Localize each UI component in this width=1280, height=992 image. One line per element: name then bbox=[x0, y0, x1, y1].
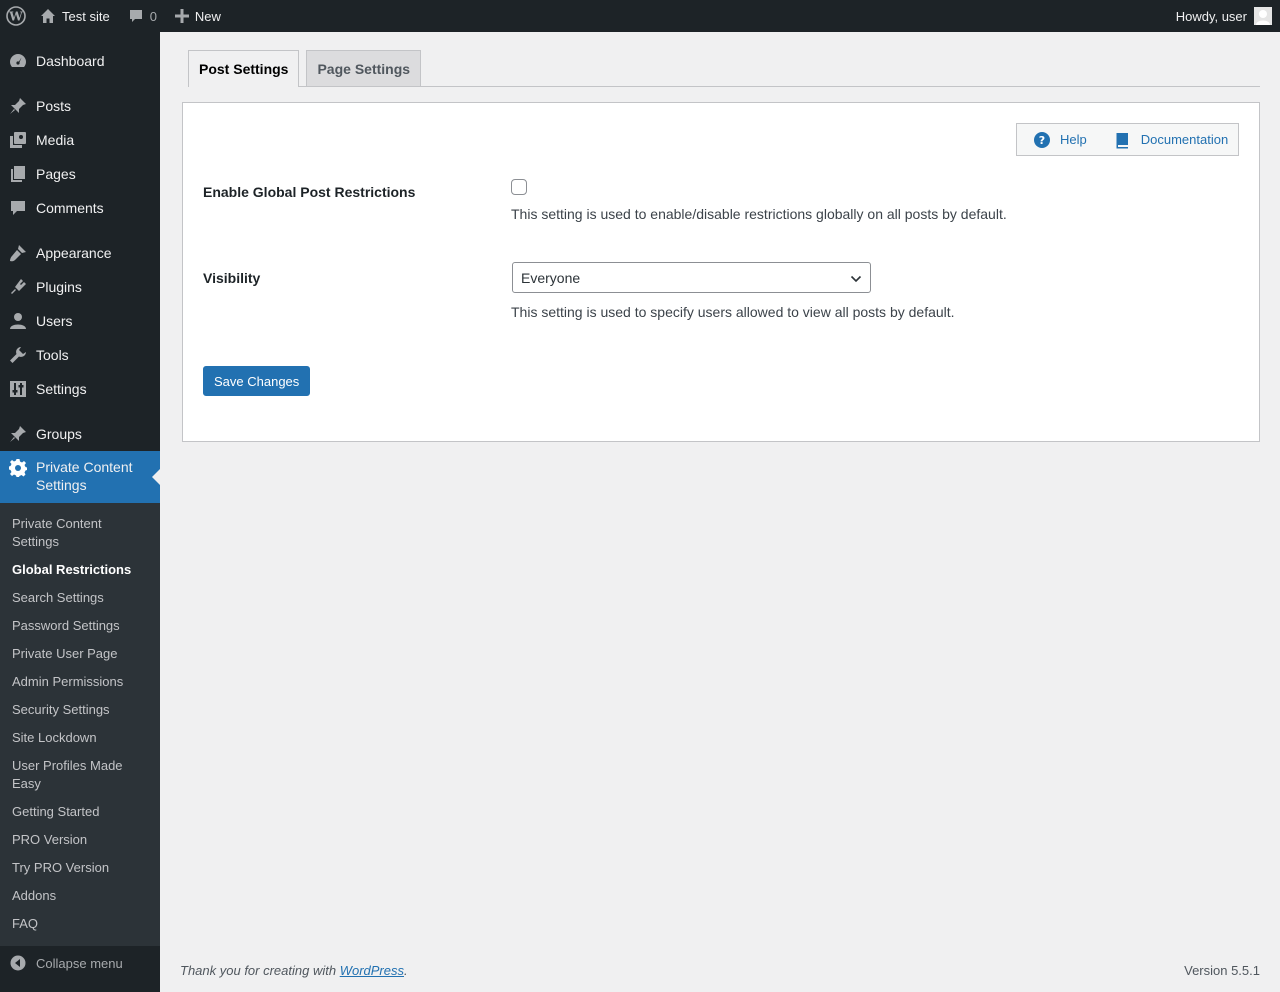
main-content: Post Settings Page Settings ? Help Docum… bbox=[160, 32, 1280, 992]
submenu-item-getting-started[interactable]: Getting Started bbox=[0, 798, 160, 826]
tab-post-settings[interactable]: Post Settings bbox=[188, 50, 300, 87]
svg-text:?: ? bbox=[1039, 134, 1045, 147]
comment-icon bbox=[0, 199, 36, 217]
settings-tabs: Post Settings Page Settings bbox=[188, 50, 1260, 87]
sidebar-item-settings[interactable]: Settings bbox=[0, 372, 160, 406]
sidebar-item-plugins[interactable]: Plugins bbox=[0, 270, 160, 304]
visibility-select[interactable]: Everyone bbox=[512, 262, 871, 293]
home-icon bbox=[40, 8, 56, 24]
pushpin-icon bbox=[0, 425, 36, 443]
site-name-link[interactable]: Test site bbox=[33, 0, 117, 32]
help-icon: ? bbox=[1034, 131, 1050, 148]
menu-separator bbox=[0, 406, 160, 417]
sidebar-item-groups[interactable]: Groups bbox=[0, 417, 160, 451]
paintbrush-icon bbox=[0, 244, 36, 262]
visibility-selected-value: Everyone bbox=[521, 269, 581, 286]
sidebar-item-dashboard[interactable]: Dashboard bbox=[0, 44, 160, 78]
submenu-item-try-pro-version[interactable]: Try PRO Version bbox=[0, 854, 160, 882]
submenu: Private Content Settings Global Restrict… bbox=[0, 503, 160, 946]
submenu-item-security-settings[interactable]: Security Settings bbox=[0, 696, 160, 724]
enable-restrictions-label: Enable Global Post Restrictions bbox=[203, 184, 416, 200]
footer-thanks: Thank you for creating with WordPress. bbox=[180, 963, 408, 978]
submenu-item-user-profiles-made-easy[interactable]: User Profiles Made Easy bbox=[0, 752, 160, 798]
sidebar-item-tools[interactable]: Tools bbox=[0, 338, 160, 372]
documentation-link[interactable]: Documentation bbox=[1113, 131, 1228, 149]
settings-panel: ? Help Documentation Enable Global Post … bbox=[182, 102, 1260, 442]
howdy-text: Howdy, user bbox=[1175, 8, 1247, 24]
submenu-item-password-settings[interactable]: Password Settings bbox=[0, 612, 160, 640]
submenu-item-admin-permissions[interactable]: Admin Permissions bbox=[0, 668, 160, 696]
comment-icon bbox=[128, 8, 144, 24]
sidebar-item-posts[interactable]: Posts bbox=[0, 89, 160, 123]
menu-separator bbox=[0, 225, 160, 236]
visibility-label: Visibility bbox=[203, 270, 261, 286]
enable-restrictions-description: This setting is used to enable/disable r… bbox=[511, 206, 1007, 222]
svg-text:W: W bbox=[8, 10, 23, 24]
site-name: Test site bbox=[62, 8, 110, 24]
wordpress-logo-icon: W bbox=[6, 6, 26, 26]
submenu-item-faq[interactable]: FAQ bbox=[0, 910, 160, 938]
gear-icon bbox=[0, 458, 36, 477]
sidebar-item-pages[interactable]: Pages bbox=[0, 157, 160, 191]
comments-count: 0 bbox=[149, 8, 157, 24]
dashboard-icon bbox=[0, 51, 36, 71]
wrench-icon bbox=[0, 346, 36, 364]
sidebar-item-private-content-settings[interactable]: Private Content Settings bbox=[0, 451, 160, 503]
wordpress-link[interactable]: WordPress bbox=[340, 963, 404, 978]
plugin-icon bbox=[0, 278, 36, 296]
collapse-arrow-icon bbox=[0, 955, 36, 971]
media-icon bbox=[0, 131, 36, 149]
submenu-item-addons[interactable]: Addons bbox=[0, 882, 160, 910]
account-menu[interactable]: Howdy, user bbox=[1169, 0, 1280, 32]
wordpress-logo-button[interactable]: W bbox=[0, 0, 33, 32]
user-icon bbox=[0, 312, 36, 330]
plus-icon bbox=[174, 9, 189, 23]
new-label: New bbox=[194, 8, 221, 24]
help-link[interactable]: ? Help bbox=[1034, 131, 1087, 148]
collapse-menu-button[interactable]: Collapse menu bbox=[0, 946, 160, 980]
sidebar-item-appearance[interactable]: Appearance bbox=[0, 236, 160, 270]
avatar bbox=[1254, 7, 1272, 25]
submenu-item-site-lockdown[interactable]: Site Lockdown bbox=[0, 724, 160, 752]
menu-separator bbox=[0, 78, 160, 89]
admin-sidebar: Dashboard Posts Media Pages Comments App… bbox=[0, 32, 160, 992]
pushpin-icon bbox=[0, 97, 36, 115]
enable-restrictions-checkbox[interactable] bbox=[511, 179, 527, 195]
sidebar-item-comments[interactable]: Comments bbox=[0, 191, 160, 225]
book-icon bbox=[1113, 131, 1131, 149]
submenu-item-private-user-page[interactable]: Private User Page bbox=[0, 640, 160, 668]
admin-menu: Dashboard Posts Media Pages Comments App… bbox=[0, 32, 160, 503]
help-box: ? Help Documentation bbox=[1016, 123, 1239, 156]
comments-link[interactable]: 0 bbox=[121, 0, 164, 32]
submenu-item-private-content-settings[interactable]: Private Content Settings bbox=[0, 510, 160, 556]
sliders-icon bbox=[0, 380, 36, 398]
submenu-item-pro-version[interactable]: PRO Version bbox=[0, 826, 160, 854]
tab-page-settings[interactable]: Page Settings bbox=[306, 50, 422, 86]
current-menu-arrow bbox=[152, 469, 160, 485]
submenu-item-search-settings[interactable]: Search Settings bbox=[0, 584, 160, 612]
new-content-link[interactable]: New bbox=[168, 0, 228, 32]
sidebar-item-users[interactable]: Users bbox=[0, 304, 160, 338]
footer-version: Version 5.5.1 bbox=[1184, 963, 1260, 978]
save-changes-button[interactable]: Save Changes bbox=[203, 366, 311, 396]
submenu-item-global-restrictions[interactable]: Global Restrictions bbox=[0, 556, 160, 584]
visibility-description: This setting is used to specify users al… bbox=[511, 304, 955, 320]
admin-bar: W Test site 0 New Howdy, user bbox=[0, 0, 1280, 32]
pages-icon bbox=[0, 165, 36, 183]
chevron-down-icon bbox=[850, 272, 862, 288]
sidebar-item-media[interactable]: Media bbox=[0, 123, 160, 157]
